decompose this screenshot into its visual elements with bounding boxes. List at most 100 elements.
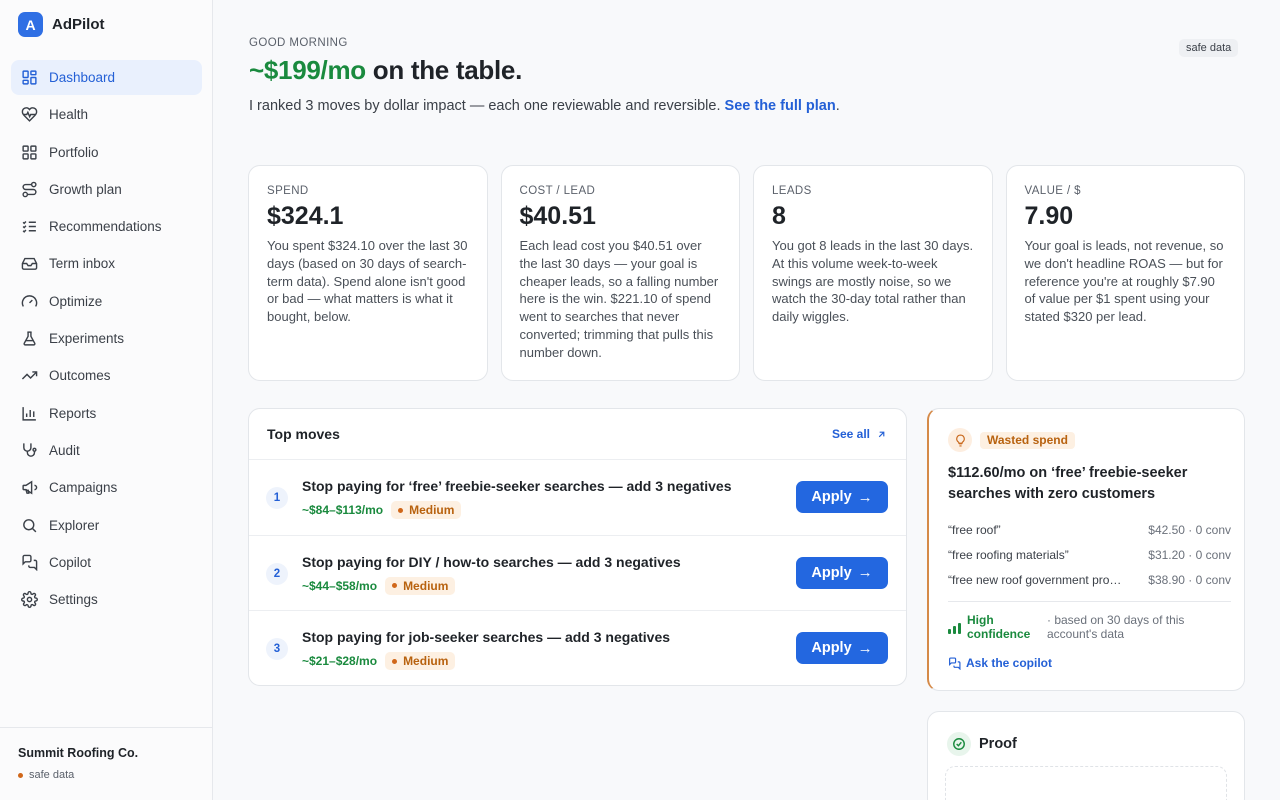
sidebar-item-explorer[interactable]: Explorer	[11, 508, 202, 543]
sidebar: A AdPilot Dashboard Health Portfolio Gro…	[0, 0, 213, 800]
chat-icon	[22, 554, 38, 571]
move-title: Stop paying for job-seeker searches — ad…	[302, 629, 671, 645]
term-cost: $42.50 · 0 conv	[1148, 522, 1231, 537]
bar-chart-icon	[22, 406, 36, 421]
move-rank: 3	[266, 638, 288, 660]
sidebar-item-outcomes[interactable]: Outcomes	[11, 358, 202, 393]
sidebar-item-label: Explorer	[49, 517, 100, 533]
kpi-label: VALUE / $	[1024, 185, 1081, 197]
sidebar-item-health[interactable]: Health	[11, 97, 202, 132]
sidebar-item-recommendations[interactable]: Recommendations	[11, 209, 202, 244]
apply-button[interactable]: Apply →	[796, 556, 888, 589]
move-title: Stop paying for DIY / how-to searches — …	[302, 553, 681, 570]
kpi-card-value-per-dollar: VALUE / $ 7.90 Your goal is leads, not r…	[1005, 165, 1245, 381]
sidebar-item-growth-plan[interactable]: Growth plan	[11, 172, 202, 207]
arrow-up-right-icon	[878, 431, 885, 437]
sidebar-item-label: Reports	[49, 405, 97, 421]
term-cost: $31.20 · 0 conv	[1148, 547, 1231, 562]
apply-button[interactable]: Apply →	[796, 481, 888, 513]
kpi-description: Each lead cost you $40.51 over the last …	[519, 238, 719, 360]
gear-icon	[21, 591, 38, 609]
confidence-badge: Medium	[385, 576, 456, 595]
hero-rest: on the table.	[365, 55, 523, 85]
sidebar-item-audit[interactable]: Audit	[11, 433, 202, 468]
sidebar-item-label: Optimize	[49, 293, 103, 309]
sidebar-item-portfolio[interactable]: Portfolio	[11, 135, 202, 170]
kpi-card-cost-per-lead: COST / LEAD $40.51 Each lead cost you $4…	[500, 165, 740, 381]
ask-copilot-label: Ask the copilot	[966, 656, 1053, 670]
apply-button[interactable]: Apply →	[796, 632, 888, 664]
account-status: safe data	[18, 769, 212, 781]
move-row: 1 Stop paying for ‘free’ freebie-seeker …	[249, 460, 906, 536]
badge-label: Medium	[403, 578, 449, 593]
kpi-card-spend: SPEND $324.1 You spent $324.10 over the …	[248, 165, 488, 381]
account-name: Summit Roofing Co.	[18, 746, 139, 760]
account-switcher[interactable]: Summit Roofing Co. safe data	[0, 727, 212, 800]
sidebar-item-dashboard[interactable]: Dashboard	[11, 60, 202, 95]
megaphone-icon	[22, 480, 38, 495]
arrow-right-icon: →	[857, 564, 873, 581]
see-full-plan-link[interactable]: See the full plan	[725, 98, 836, 114]
kpi-description: You spent $324.10 over the last 30 days …	[267, 238, 468, 325]
move-rank: 1	[266, 487, 288, 509]
brand-logo: A	[18, 12, 43, 37]
apply-label: Apply	[811, 640, 852, 656]
status-dot-icon	[18, 772, 23, 778]
route-icon	[22, 181, 37, 198]
kpi-cards: SPEND $324.1 You spent $324.10 over the …	[248, 165, 1245, 381]
confidence-indicator: High confidence · based on 30 days of th…	[948, 613, 1197, 641]
move-row: 2 Stop paying for DIY / how-to searches …	[249, 536, 906, 611]
brand[interactable]: A AdPilot	[18, 12, 105, 37]
confidence-badge: Medium	[391, 501, 462, 519]
proof-placeholder	[945, 766, 1227, 800]
account-status-label: safe data	[29, 769, 75, 781]
ask-copilot-link[interactable]: Ask the copilot	[948, 656, 1052, 670]
apply-label: Apply	[811, 564, 852, 581]
move-meta: ~$44–$58/mo Medium	[302, 576, 456, 595]
kpi-value: $324.1	[267, 202, 344, 230]
safe-data-badge: safe data	[1179, 39, 1239, 57]
summary-body: I ranked 3 moves by dollar impact — each…	[249, 98, 725, 114]
badge-dot-icon	[392, 583, 398, 588]
badge-dot-icon	[392, 658, 398, 664]
search-icon	[23, 518, 37, 532]
move-impact-range: ~$84–$113/mo	[302, 503, 384, 517]
arrow-right-icon: →	[857, 639, 873, 657]
sidebar-item-label: Outcomes	[49, 368, 111, 384]
list-item: “free roof” $42.50 · 0 conv	[948, 517, 1231, 542]
list-item: “free new roof government program” $38.9…	[948, 567, 1231, 592]
wasted-spend-tag: Wasted spend	[948, 428, 1075, 452]
sidebar-item-label: Copilot	[49, 554, 92, 570]
top-moves-header: Top moves See all	[249, 409, 906, 460]
sidebar-item-term-inbox[interactable]: Term inbox	[11, 246, 202, 281]
sidebar-item-optimize[interactable]: Optimize	[11, 284, 202, 319]
search-term: “free roofing materials”	[948, 547, 1069, 562]
sidebar-item-experiments[interactable]: Experiments	[11, 321, 202, 356]
heart-pulse-icon	[21, 107, 38, 123]
confidence-badge: Medium	[385, 652, 456, 670]
sidebar-item-reports[interactable]: Reports	[11, 396, 202, 431]
list-item: “free roofing materials” $31.20 · 0 conv	[948, 542, 1231, 567]
summary-text: I ranked 3 moves by dollar impact — each…	[249, 95, 849, 117]
see-all-label: See all	[831, 427, 870, 441]
sidebar-item-label: Audit	[49, 442, 80, 458]
move-rank: 2	[266, 562, 288, 585]
wasted-spend-card: Wasted spend $112.60/mo on ‘free’ freebi…	[927, 408, 1245, 691]
search-term: “free new roof government program”	[948, 572, 1128, 587]
apply-label: Apply	[811, 489, 852, 505]
sidebar-item-settings[interactable]: Settings	[11, 582, 202, 617]
sidebar-item-copilot[interactable]: Copilot	[11, 545, 202, 580]
kpi-label: LEADS	[772, 185, 812, 197]
sidebar-item-label: Portfolio	[49, 144, 99, 160]
kpi-value: 7.90	[1024, 202, 1074, 230]
kpi-description: Your goal is leads, not revenue, so we d…	[1024, 238, 1224, 325]
sidebar-item-campaigns[interactable]: Campaigns	[11, 470, 202, 505]
trending-up-icon	[21, 371, 38, 380]
lightbulb-icon	[948, 428, 972, 452]
see-all-link[interactable]: See all	[832, 427, 887, 441]
sidebar-item-label: Recommendations	[49, 219, 162, 235]
arrow-right-icon: →	[857, 488, 873, 506]
summary-end: .	[835, 98, 840, 114]
inbox-icon	[21, 258, 38, 271]
badge-dot-icon	[398, 507, 404, 513]
